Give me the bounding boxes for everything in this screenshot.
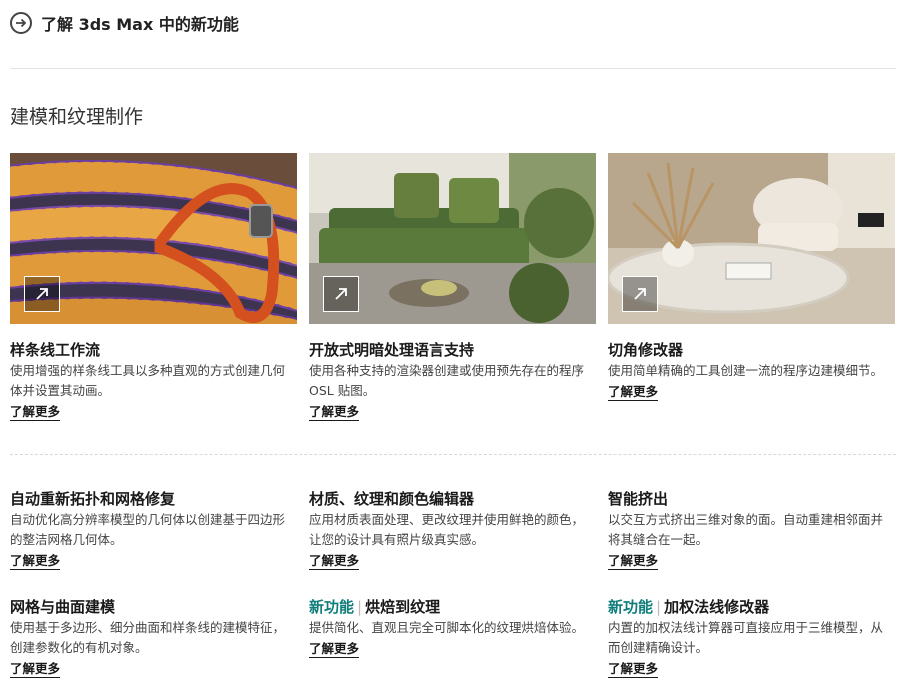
card-description: 应用材质表面处理、更改纹理并使用鲜艳的颜色，让您的设计具有照片级真实感。 bbox=[309, 512, 585, 547]
feature-image-sofa[interactable] bbox=[309, 153, 596, 324]
card-description: 自动优化高分辨率模型的几何体以创建基于四边形的整洁网格几何体。 bbox=[10, 512, 286, 547]
learn-more-link[interactable]: 了解更多 bbox=[309, 640, 360, 658]
card-description: 内置的加权法线计算器可直接应用于三维模型，从而创建精确设计。 bbox=[608, 620, 884, 655]
learn-more-link[interactable]: 了解更多 bbox=[10, 403, 61, 421]
feature-card-smart-extrude: 智能挤出 以交互方式挤出三维对象的面。自动重建相邻面并将其缝合在一起。 了解更多 bbox=[608, 489, 895, 570]
feature-image-interior[interactable] bbox=[608, 153, 895, 324]
card-title: 切角修改器 bbox=[608, 341, 684, 359]
feature-card-weighted-normals: 新功能 | 加权法线修改器 内置的加权法线计算器可直接应用于三维模型，从而创建精确设… bbox=[608, 597, 895, 678]
feature-card-osl: 开放式明暗处理语言支持 使用各种支持的渲染器创建或使用预先存在的程序 OSL 贴… bbox=[309, 153, 596, 421]
new-badge: 新功能 bbox=[309, 598, 355, 616]
feature-card-spline: 样条线工作流 使用增强的样条线工具以多种直观的方式创建几何体并设置其动画。 了解… bbox=[10, 153, 297, 421]
card-title-text: 烘焙到纹理 bbox=[365, 598, 441, 616]
card-title: 自动重新拓扑和网格修复 bbox=[10, 490, 176, 508]
whats-new-link-text: 了解 3ds Max 中的新功能 bbox=[41, 15, 239, 34]
card-title: 新功能 | 加权法线修改器 bbox=[608, 597, 895, 617]
learn-more-link[interactable]: 了解更多 bbox=[608, 383, 659, 401]
learn-more-link[interactable]: 了解更多 bbox=[608, 552, 659, 570]
feature-card-material-editor: 材质、纹理和颜色编辑器 应用材质表面处理、更改纹理并使用鲜艳的颜色，让您的设计具… bbox=[309, 489, 596, 570]
open-arrow-icon[interactable] bbox=[323, 276, 359, 312]
feature-card-retopology: 自动重新拓扑和网格修复 自动优化高分辨率模型的几何体以创建基于四边形的整洁网格几… bbox=[10, 489, 297, 570]
card-description: 使用增强的样条线工具以多种直观的方式创建几何体并设置其动画。 bbox=[10, 363, 286, 398]
dashed-divider bbox=[10, 454, 896, 455]
card-description: 使用基于多边形、细分曲面和样条线的建模特征，创建参数化的有机对象。 bbox=[10, 620, 286, 655]
divider bbox=[10, 68, 896, 69]
section-title: 建模和纹理制作 bbox=[10, 106, 144, 128]
card-title: 开放式明暗处理语言支持 bbox=[309, 341, 475, 359]
card-description: 以交互方式挤出三维对象的面。自动重建相邻面并将其缝合在一起。 bbox=[608, 512, 884, 547]
card-title: 智能挤出 bbox=[608, 490, 669, 508]
feature-image-rope[interactable] bbox=[10, 153, 297, 324]
learn-more-link[interactable]: 了解更多 bbox=[309, 403, 360, 421]
open-arrow-icon[interactable] bbox=[24, 276, 60, 312]
whats-new-link[interactable]: 了解 3ds Max 中的新功能 bbox=[10, 11, 239, 35]
card-title: 网格与曲面建模 bbox=[10, 598, 116, 616]
card-title: 材质、纹理和颜色编辑器 bbox=[309, 490, 475, 508]
learn-more-link[interactable]: 了解更多 bbox=[10, 552, 61, 570]
feature-card-mesh-surface: 网格与曲面建模 使用基于多边形、细分曲面和样条线的建模特征，创建参数化的有机对象… bbox=[10, 597, 297, 678]
new-badge: 新功能 bbox=[608, 598, 654, 616]
card-title: 样条线工作流 bbox=[10, 341, 101, 359]
card-title: 新功能 | 烘焙到纹理 bbox=[309, 597, 596, 617]
card-description: 使用简单精确的工具创建一流的程序边建模细节。 bbox=[608, 363, 884, 378]
learn-more-link[interactable]: 了解更多 bbox=[309, 552, 360, 570]
card-description: 提供简化、直观且完全可脚本化的纹理烘焙体验。 bbox=[309, 620, 585, 635]
badge-separator: | bbox=[656, 598, 662, 616]
learn-more-link[interactable]: 了解更多 bbox=[10, 660, 61, 678]
feature-card-bake-to-texture: 新功能 | 烘焙到纹理 提供简化、直观且完全可脚本化的纹理烘焙体验。 了解更多 bbox=[309, 597, 596, 658]
card-description: 使用各种支持的渲染器创建或使用预先存在的程序 OSL 贴图。 bbox=[309, 363, 585, 398]
card-title-text: 加权法线修改器 bbox=[664, 598, 770, 616]
learn-more-link[interactable]: 了解更多 bbox=[608, 660, 659, 678]
feature-card-chamfer: 切角修改器 使用简单精确的工具创建一流的程序边建模细节。 了解更多 bbox=[608, 153, 895, 401]
open-arrow-icon[interactable] bbox=[622, 276, 658, 312]
arrow-right-circle-icon bbox=[10, 12, 32, 34]
badge-separator: | bbox=[357, 598, 363, 616]
